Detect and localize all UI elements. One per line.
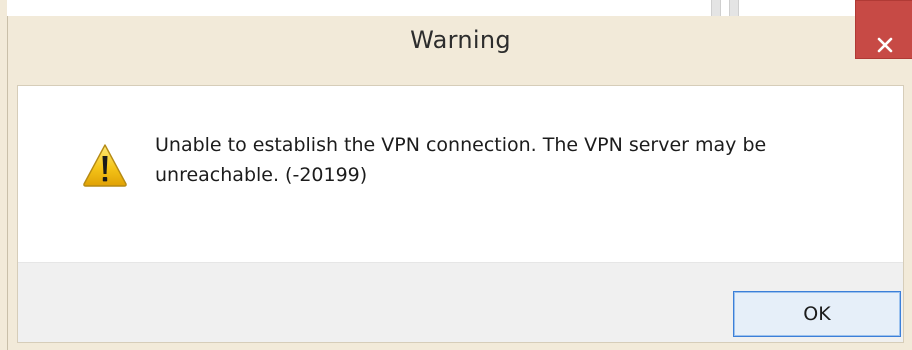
- background-scroll-divider: [711, 0, 721, 16]
- button-bar: OK: [18, 262, 903, 342]
- close-icon: [877, 37, 893, 53]
- background-scroll-divider: [729, 0, 739, 16]
- dialog-message: Unable to establish the VPN connection. …: [155, 134, 767, 186]
- background-window: [0, 0, 912, 16]
- warning-icon: [83, 144, 127, 187]
- background-window-edge: [0, 0, 7, 350]
- dialog-body: Unable to establish the VPN connection. …: [17, 85, 904, 343]
- message-area: Unable to establish the VPN connection. …: [18, 86, 903, 262]
- screen: Warning Unable to establish the VPN conn…: [0, 0, 912, 350]
- warning-dialog: Warning Unable to establish the VPN conn…: [7, 0, 912, 350]
- dialog-titlebar[interactable]: Warning: [8, 0, 912, 72]
- dialog-title: Warning: [410, 26, 511, 54]
- ok-button[interactable]: OK: [733, 291, 901, 337]
- close-button[interactable]: [855, 0, 912, 59]
